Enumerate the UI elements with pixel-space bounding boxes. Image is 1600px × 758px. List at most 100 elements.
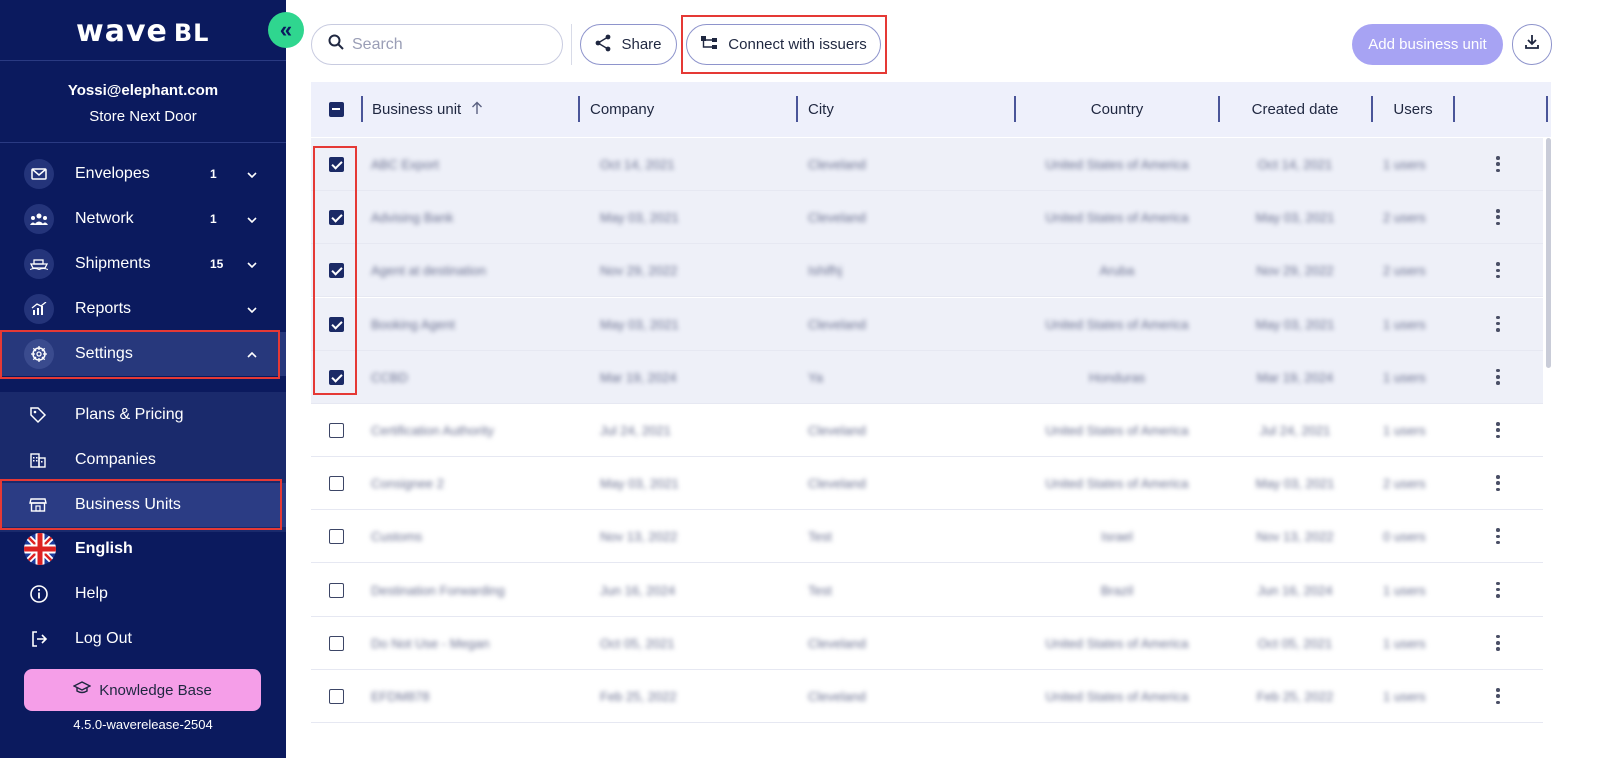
cell-city: Ya <box>808 369 823 385</box>
cell-city: Cleveland <box>808 689 866 704</box>
table-row[interactable]: Do Not Use - Megan Oct 05, 2021 Cleveland U… <box>311 617 1543 670</box>
network-icon <box>24 204 54 234</box>
table-row[interactable]: Booking Agent May 03, 2021 Cleveland United… <box>311 297 1543 351</box>
chevron-down-icon[interactable] <box>247 257 257 271</box>
row-menu-icon[interactable] <box>1493 633 1503 653</box>
share-button[interactable]: Share <box>580 24 677 65</box>
cell-company: Oct 05, 2021 <box>600 635 675 651</box>
row-menu-icon[interactable] <box>1493 154 1503 174</box>
chevron-down-icon[interactable] <box>247 302 257 316</box>
collapse-sidebar-button[interactable]: « <box>268 12 304 48</box>
sidebar-item-shipments[interactable]: Shipments 15 <box>0 242 286 286</box>
cell-company: Nov 29, 2022 <box>600 263 678 279</box>
cell-city: Cleveland <box>808 476 866 492</box>
table-scrollbar[interactable] <box>1546 138 1551 368</box>
table-row[interactable]: Certification Authority Jul 24, 2021 Cleve… <box>311 404 1543 457</box>
cell-city: Test <box>808 529 832 545</box>
cell-business-unit: Destination Forwarding <box>371 582 505 598</box>
app-logo[interactable]: wave BL <box>76 14 209 49</box>
cell-city: Cleveland <box>808 423 866 438</box>
row-checkbox[interactable] <box>329 635 344 651</box>
sidebar-item-network[interactable]: Network 1 <box>0 197 286 241</box>
cell-country: United States of America <box>1045 689 1189 704</box>
language-selector[interactable]: English <box>0 527 286 571</box>
cell-company: Mar 19, 2024 <box>600 369 677 385</box>
cell-country: Aruba <box>1099 263 1135 279</box>
table-row[interactable]: Agent at destination Nov 29, 2022 Ishifhj A… <box>311 244 1543 298</box>
user-store: Store Next Door <box>89 108 197 125</box>
select-all-checkbox[interactable] <box>329 102 344 117</box>
column-header-business-unit[interactable]: Business unit <box>372 82 483 137</box>
table-row[interactable]: Destination Forwarding Jun 16, 2024 Test Br… <box>311 564 1543 617</box>
download-icon <box>1524 34 1540 55</box>
add-business-unit-button[interactable]: Add business unit <box>1352 24 1503 65</box>
row-menu-icon[interactable] <box>1493 207 1503 227</box>
cell-created-date: Jul 24, 2021 <box>1259 423 1331 438</box>
search-icon <box>328 34 344 55</box>
column-header-city[interactable]: City <box>808 82 834 137</box>
highlight-selected-checkboxes <box>313 146 357 395</box>
table-row[interactable]: Advising Bank May 03, 2021 Cleveland United… <box>311 191 1543 245</box>
sidebar-item-companies[interactable]: Companies <box>0 438 286 482</box>
cell-users: 1 users <box>1383 635 1426 651</box>
sidebar-item-envelopes[interactable]: Envelopes 1 <box>0 152 286 196</box>
row-menu-icon[interactable] <box>1493 260 1503 280</box>
cell-users: 1 users <box>1383 157 1426 172</box>
tag-icon <box>28 405 48 425</box>
row-menu-icon[interactable] <box>1493 420 1503 440</box>
row-checkbox[interactable] <box>329 476 344 492</box>
column-header-users[interactable]: Users <box>1373 82 1453 137</box>
download-button[interactable] <box>1512 24 1552 65</box>
cell-created-date: May 03, 2021 <box>1255 210 1335 226</box>
sidebar-item-plans-pricing[interactable]: Plans & Pricing <box>0 393 286 437</box>
row-menu-icon[interactable] <box>1493 314 1503 334</box>
cell-created-date: Jun 16, 2024 <box>1257 582 1333 598</box>
chart-icon <box>24 294 54 324</box>
row-checkbox[interactable] <box>329 582 344 598</box>
cell-company: Oct 14, 2021 <box>600 157 675 172</box>
cell-business-unit: CCBD <box>371 369 408 385</box>
row-menu-icon[interactable] <box>1493 473 1503 493</box>
sidebar-item-help[interactable]: Help <box>0 572 286 616</box>
cell-users: 0 users <box>1383 529 1426 545</box>
cell-created-date: Oct 05, 2021 <box>1257 635 1333 651</box>
column-header-company[interactable]: Company <box>590 82 654 137</box>
cell-users: 2 users <box>1383 263 1426 279</box>
column-divider <box>796 96 798 122</box>
user-email: Yossi@elephant.com <box>67 82 219 99</box>
cell-country: Israel <box>1101 529 1133 545</box>
table-row[interactable]: Customs Nov 13, 2022 Test Israel Nov 13, 202… <box>311 510 1543 564</box>
sidebar-item-logout[interactable]: Log Out <box>0 617 286 661</box>
uk-flag-icon <box>24 533 56 565</box>
table-row[interactable]: ABC Export Oct 14, 2021 Cleveland United St… <box>311 138 1543 191</box>
envelope-icon <box>24 159 54 189</box>
row-menu-icon[interactable] <box>1493 526 1503 546</box>
table-row[interactable]: CCBD Mar 19, 2024 Ya Honduras Mar 19, 2024 1 … <box>311 350 1543 404</box>
row-menu-icon[interactable] <box>1493 686 1503 706</box>
table-row[interactable]: EFDM878 Feb 25, 2022 Cleveland United State… <box>311 670 1543 723</box>
search-input[interactable] <box>352 35 542 54</box>
sidebar-item-count: 1 <box>210 167 217 181</box>
row-menu-icon[interactable] <box>1493 580 1503 600</box>
knowledge-base-button[interactable]: Knowledge Base <box>24 669 261 711</box>
row-menu-icon[interactable] <box>1493 367 1503 387</box>
sidebar-item-label: Envelopes <box>75 165 150 182</box>
table-row[interactable]: Consignee 2 May 03, 2021 Cleveland United S… <box>311 457 1543 511</box>
column-header-created-date[interactable]: Created date <box>1220 82 1370 137</box>
cell-business-unit: Booking Agent <box>371 316 455 332</box>
sort-arrow-up-icon[interactable] <box>471 101 483 119</box>
cell-country: United States of America <box>1045 423 1189 438</box>
row-checkbox[interactable] <box>329 423 344 438</box>
row-checkbox[interactable] <box>329 689 344 704</box>
chevron-down-icon[interactable] <box>247 212 257 226</box>
sidebar-item-reports[interactable]: Reports <box>0 287 286 331</box>
knowledge-base-label: Knowledge Base <box>99 681 212 699</box>
cell-users: 1 users <box>1383 689 1426 704</box>
cell-business-unit: Agent at destination <box>371 263 486 279</box>
row-checkbox[interactable] <box>329 529 344 545</box>
search-box[interactable] <box>311 24 563 65</box>
chevron-down-icon[interactable] <box>247 167 257 181</box>
column-header-country[interactable]: Country <box>1016 82 1218 137</box>
sidebar-item-label: Network <box>75 210 134 227</box>
cell-company: Feb 25, 2022 <box>600 689 677 704</box>
